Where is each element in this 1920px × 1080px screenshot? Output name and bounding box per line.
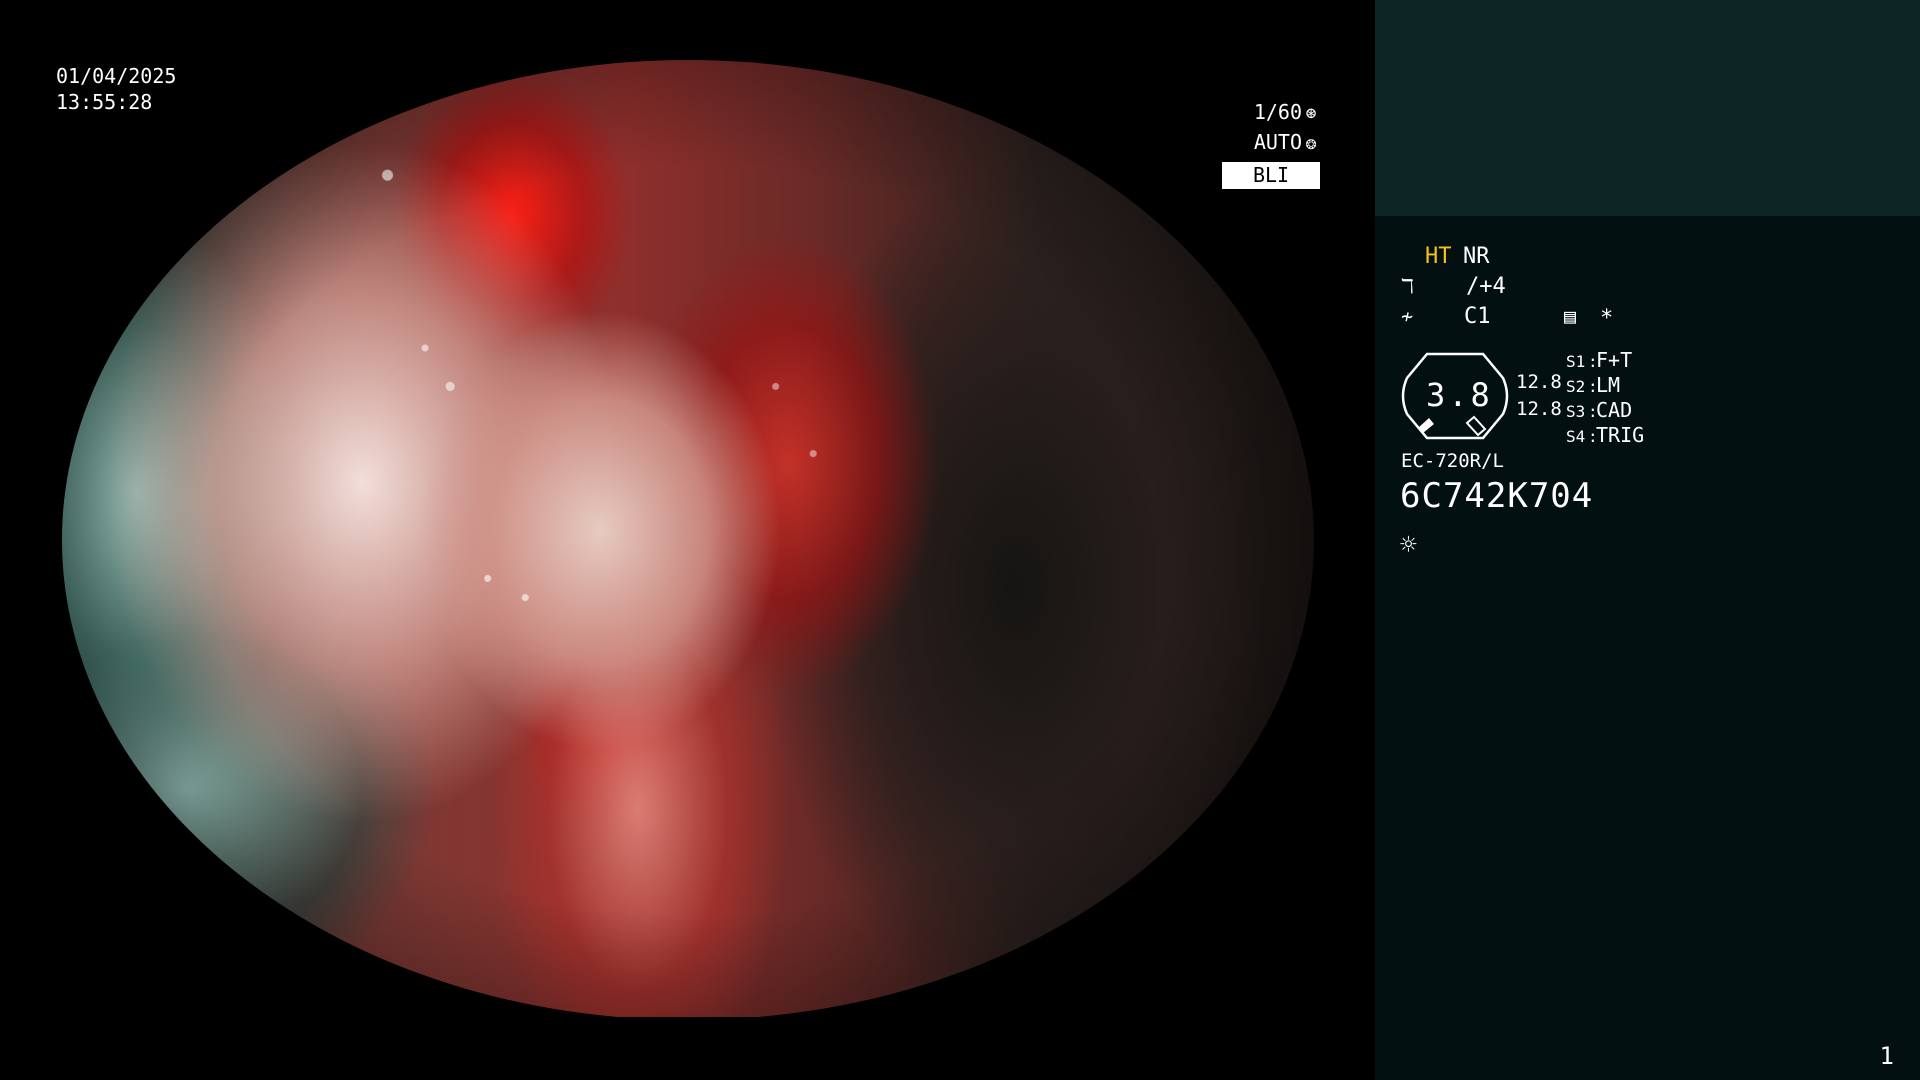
sun-icon: ☼ bbox=[1400, 528, 1417, 561]
iris-icon: ❂ bbox=[1305, 133, 1317, 154]
endoscope-view: 01/04/2025 13:55:28 1/60 ⊛ AUTO ❂ BLI bbox=[0, 0, 1375, 1080]
scope-model: EC-720R/L bbox=[1401, 450, 1504, 472]
color-mode-icon: ≁ bbox=[1401, 304, 1414, 328]
switch-key-4: S4 bbox=[1566, 427, 1586, 446]
exposure-info: 1/60 ⊛ AUTO ❂ bbox=[1230, 98, 1320, 158]
view-bottom-mask bbox=[0, 1017, 1375, 1080]
shutter-row: 1/60 ⊛ bbox=[1230, 98, 1320, 128]
gauge-marker-right bbox=[1465, 415, 1487, 437]
exposure-mode-value: AUTO bbox=[1253, 130, 1302, 154]
info-panel-header bbox=[1375, 0, 1920, 216]
switch-value-2: LM bbox=[1596, 373, 1621, 397]
exposure-mode-row: AUTO ❂ bbox=[1230, 128, 1320, 158]
page-number: 1 bbox=[1879, 1042, 1894, 1070]
switch-key-1: S1 bbox=[1566, 352, 1586, 371]
time-text: 13:55:28 bbox=[56, 90, 153, 114]
aperture-icon: ⊛ bbox=[1305, 103, 1317, 124]
view-top-mask bbox=[0, 0, 1375, 60]
info-panel bbox=[1375, 216, 1920, 1080]
color-mode-value: C1 bbox=[1464, 304, 1491, 329]
bli-mode-badge: BLI bbox=[1222, 162, 1320, 189]
shutter-value: 1/60 bbox=[1253, 100, 1302, 124]
switch-value-3: CAD bbox=[1596, 398, 1633, 422]
switch-key-3: S3 bbox=[1566, 402, 1586, 421]
gauge-value: 3.8 bbox=[1426, 376, 1493, 414]
settings-list-icon: ▤ bbox=[1564, 304, 1577, 328]
ht-indicator: HT bbox=[1425, 244, 1452, 269]
scale-value-1: 12.8 bbox=[1516, 371, 1562, 393]
switch-value-1: F+T bbox=[1596, 348, 1633, 372]
nr-indicator: NR bbox=[1463, 244, 1490, 269]
switch-value-4: TRIG bbox=[1596, 423, 1645, 447]
switch-key-2: S2 bbox=[1566, 377, 1586, 396]
endoscopic-image bbox=[62, 60, 1314, 1020]
structure-enhance-icon: ℸ bbox=[1401, 274, 1414, 298]
date-text: 01/04/2025 bbox=[56, 64, 177, 88]
asterisk-indicator: * bbox=[1600, 306, 1614, 331]
scale-value-2: 12.8 bbox=[1516, 398, 1562, 420]
scope-serial: 6C742K704 bbox=[1400, 476, 1594, 516]
date-time-stamp: 01/04/2025 13:55:28 bbox=[56, 63, 176, 115]
enhance-value: /+4 bbox=[1466, 274, 1506, 299]
